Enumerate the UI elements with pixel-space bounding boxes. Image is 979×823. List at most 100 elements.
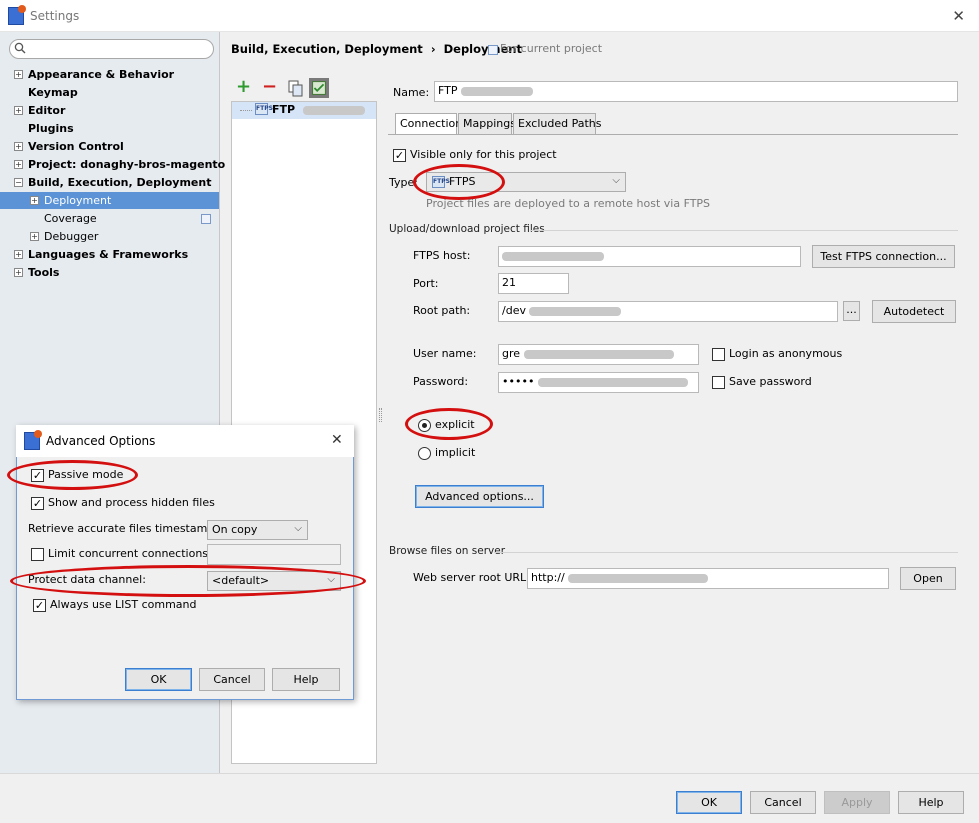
nav-item-debugger[interactable]: Debugger (44, 230, 98, 243)
name-field[interactable]: FTP (434, 81, 958, 102)
nav-item-languages-frameworks[interactable]: Languages & Frameworks (28, 248, 188, 261)
expand-icon[interactable]: + (14, 70, 23, 79)
nav-item-tools[interactable]: Tools (28, 266, 59, 279)
breadcrumb: Build, Execution, Deployment › Deploymen… (231, 42, 522, 56)
web-root-value: http:// (531, 571, 565, 584)
expand-icon[interactable]: + (30, 196, 39, 205)
password-label: Password: (413, 375, 469, 388)
dialog-cancel-button[interactable]: Cancel (199, 668, 265, 691)
add-server-icon[interactable]: + (236, 78, 256, 98)
phpstorm-app-icon (8, 5, 26, 25)
web-root-field[interactable]: http:// (527, 568, 889, 589)
redacted-text (568, 573, 709, 583)
timestamps-value: On copy (212, 523, 258, 536)
timestamps-label: Retrieve accurate files timestamps: (28, 522, 224, 535)
annotation-oval-type (413, 164, 505, 200)
visible-only-checkbox[interactable]: ✓ (393, 149, 406, 162)
user-name-value: gre (502, 347, 521, 360)
expand-icon[interactable]: + (14, 106, 23, 115)
nav-item-version-control[interactable]: Version Control (28, 140, 124, 153)
tab-connection[interactable]: Connection (395, 113, 462, 134)
password-value: ••••• (502, 375, 535, 388)
chevron-down-icon: ⌵ (294, 523, 302, 534)
redacted-text (537, 377, 688, 387)
password-field[interactable]: ••••• (498, 372, 699, 393)
tab-excluded-paths[interactable]: Excluded Paths (513, 113, 601, 134)
nav-item-appearance[interactable]: Appearance & Behavior (28, 68, 174, 81)
name-value: FTP (438, 84, 458, 97)
limit-connections-label: Limit concurrent connections: (48, 547, 212, 560)
save-password-label: Save password (729, 375, 812, 388)
server-name: FTP (272, 103, 296, 116)
redacted-text (523, 349, 674, 359)
expand-icon[interactable]: + (14, 160, 23, 169)
limit-connections-field[interactable] (207, 544, 341, 565)
copy-server-icon[interactable] (286, 79, 306, 99)
search-icon (14, 42, 26, 54)
implicit-radio[interactable] (418, 447, 431, 460)
redacted-text (502, 251, 604, 261)
autodetect-button[interactable]: Autodetect (872, 300, 956, 323)
open-button[interactable]: Open (900, 567, 956, 590)
ftps-host-label: FTPS host: (413, 249, 471, 262)
list-command-label: Always use LIST command (50, 598, 197, 611)
apply-button[interactable]: Apply (824, 791, 890, 814)
phpstorm-app-icon (24, 430, 42, 450)
implicit-label: implicit (435, 446, 476, 459)
collapse-icon[interactable]: − (14, 178, 23, 187)
nav-item-keymap[interactable]: Keymap (28, 86, 78, 99)
window-close-icon[interactable]: ✕ (952, 7, 965, 25)
save-password-checkbox[interactable] (712, 376, 725, 389)
nav-item-editor[interactable]: Editor (28, 104, 65, 117)
annotation-oval-explicit (405, 408, 493, 440)
settings-search-input[interactable] (9, 39, 214, 59)
test-connection-button[interactable]: Test FTPS connection... (812, 245, 955, 268)
upload-section-title: Upload/download project files (389, 223, 545, 235)
limit-connections-checkbox[interactable] (31, 548, 44, 561)
breadcrumb-note: For current project (500, 42, 603, 55)
port-field[interactable]: 21 (498, 273, 569, 294)
cancel-button[interactable]: Cancel (750, 791, 816, 814)
splitter-handle[interactable] (379, 408, 382, 422)
section-divider (530, 230, 958, 231)
use-as-default-icon[interactable] (309, 78, 329, 98)
nav-item-project[interactable]: Project: donaghy-bros-magento (28, 158, 225, 171)
root-path-label: Root path: (413, 304, 471, 317)
expand-icon[interactable]: + (14, 142, 23, 151)
login-anonymous-checkbox[interactable] (712, 348, 725, 361)
nav-item-deployment[interactable]: Deployment (44, 194, 111, 207)
breadcrumb-separator: › (430, 42, 436, 56)
ok-button[interactable]: OK (676, 791, 742, 814)
timestamps-select[interactable]: On copy ⌵ (207, 520, 308, 540)
redacted-text (302, 105, 365, 115)
annotation-oval-protect (10, 565, 366, 597)
expand-icon[interactable]: + (14, 250, 23, 259)
hidden-files-label: Show and process hidden files (48, 496, 215, 509)
hidden-files-checkbox[interactable]: ✓ (31, 497, 44, 510)
window-title: Settings (30, 9, 80, 23)
nav-item-plugins[interactable]: Plugins (28, 122, 74, 135)
browse-root-button[interactable]: ... (843, 301, 860, 321)
root-path-field[interactable]: /dev (498, 301, 838, 322)
server-list-item[interactable]: FTP (272, 103, 365, 116)
dialog-help-button[interactable]: Help (272, 668, 340, 691)
list-command-checkbox[interactable]: ✓ (33, 599, 46, 612)
login-anonymous-label: Login as anonymous (729, 347, 843, 360)
dialog-title: Advanced Options (46, 434, 156, 448)
remove-server-icon[interactable]: − (262, 78, 282, 98)
help-button[interactable]: Help (898, 791, 964, 814)
user-name-field[interactable]: gre (498, 344, 699, 365)
expand-icon[interactable]: + (14, 268, 23, 277)
ftps-host-field[interactable] (498, 246, 801, 267)
port-label: Port: (413, 277, 439, 290)
dialog-close-icon[interactable]: ✕ (331, 432, 343, 448)
tree-guide-line (240, 110, 252, 111)
nav-item-build-execution-deployment[interactable]: Build, Execution, Deployment (28, 176, 211, 189)
nav-item-coverage[interactable]: Coverage (44, 212, 97, 225)
advanced-options-button[interactable]: Advanced options... (415, 485, 544, 508)
name-label: Name: (393, 86, 430, 99)
dialog-ok-button[interactable]: OK (125, 668, 192, 691)
tab-mappings[interactable]: Mappings (458, 113, 516, 134)
expand-icon[interactable]: + (30, 232, 39, 241)
redacted-text (461, 86, 533, 96)
